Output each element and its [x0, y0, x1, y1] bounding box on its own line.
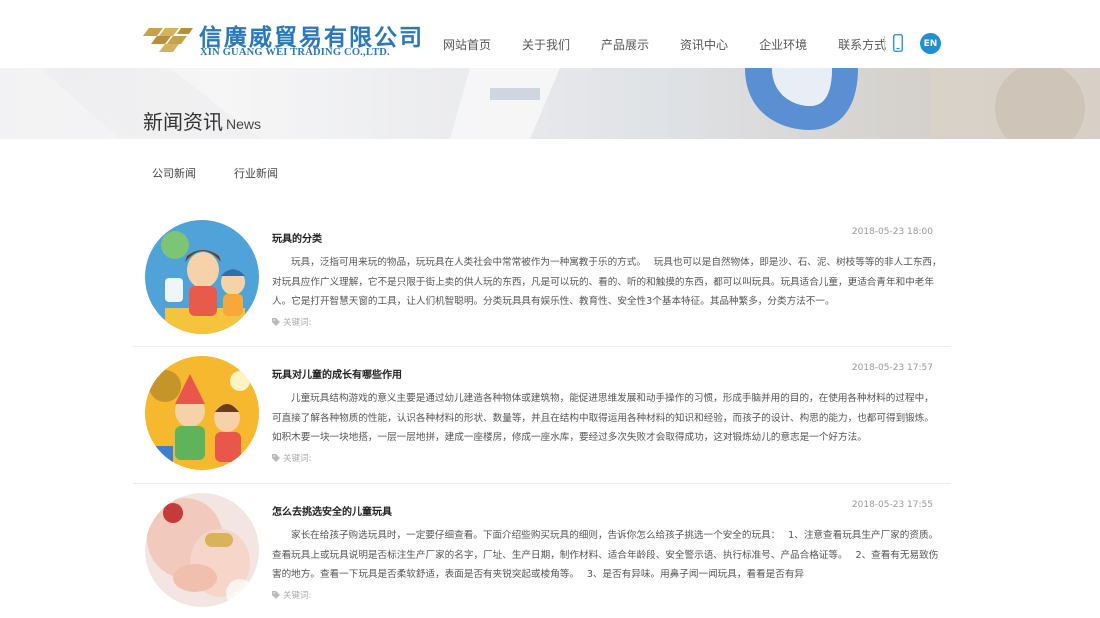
nav-item-contact[interactable]: 联系方式: [838, 36, 886, 53]
logo-english-name: XIN GUANG WEI TRADING CO.,LTD.: [200, 47, 390, 58]
nav-item-home[interactable]: 网站首页: [443, 36, 491, 53]
page-title-en: News: [226, 116, 262, 132]
news-item[interactable]: 玩具的分类 2018-05-23 18:00 玩具，泛指可用来玩的物品，玩玩具在…: [133, 220, 951, 350]
news-summary: 玩具，泛指可用来玩的物品，玩玩具在人类社会中常常被作为一种寓教于乐的方式。 玩具…: [272, 257, 942, 307]
news-keywords: 关键词:: [272, 452, 311, 464]
site-header: 信廣威貿易有限公司 XIN GUANG WEI TRADING CO.,LTD.…: [0, 0, 1100, 68]
tab-company-news[interactable]: 公司新闻: [152, 165, 196, 181]
news-item[interactable]: 玩具对儿童的成长有哪些作用 2018-05-23 17:57 儿童玩具结构游戏的…: [133, 356, 951, 486]
news-divider: [133, 346, 951, 347]
news-divider: [133, 483, 951, 484]
keywords-label: 关键词:: [283, 454, 312, 464]
tag-icon: [272, 591, 280, 599]
nav-divider: [884, 36, 885, 52]
news-keywords: 关键词:: [272, 589, 311, 601]
nav-item-about[interactable]: 关于我们: [522, 36, 570, 53]
news-item[interactable]: 怎么去挑选安全的儿童玩具 2018-05-23 17:55 家长在给孩子购选玩具…: [133, 493, 951, 618]
page-title-cn: 新闻资讯: [143, 110, 223, 134]
tag-icon: [272, 454, 280, 462]
language-en-button[interactable]: EN: [920, 33, 941, 54]
news-thumbnail[interactable]: [145, 220, 259, 334]
keywords-label: 关键词:: [283, 591, 312, 601]
tab-industry-news[interactable]: 行业新闻: [234, 165, 278, 181]
phone-icon[interactable]: [893, 34, 903, 52]
news-category-tabs: 公司新闻 行业新闻: [152, 165, 316, 181]
news-title[interactable]: 玩具对儿童的成长有哪些作用: [272, 366, 402, 381]
news-summary: 家长在给孩子购选玩具时，一定要仔细查看。下面介绍些购买玩具的细则，告诉你怎么给孩…: [272, 530, 939, 580]
news-date: 2018-05-23 18:00: [851, 227, 933, 237]
news-thumbnail[interactable]: [145, 493, 259, 607]
news-date: 2018-05-23 17:57: [851, 363, 933, 373]
logo-mark-icon: [143, 28, 193, 52]
nav-item-products[interactable]: 产品展示: [601, 36, 649, 53]
nav-item-news[interactable]: 资讯中心: [680, 36, 728, 53]
page-title: 新闻资讯 News: [143, 106, 261, 135]
tag-icon: [272, 318, 280, 326]
news-title[interactable]: 怎么去挑选安全的儿童玩具: [272, 503, 392, 518]
keywords-label: 关键词:: [283, 318, 312, 328]
news-keywords: 关键词:: [272, 316, 311, 328]
news-date: 2018-05-23 17:55: [851, 500, 933, 510]
news-title[interactable]: 玩具的分类: [272, 230, 322, 245]
nav-item-environment[interactable]: 企业环境: [759, 36, 807, 53]
news-summary: 儿童玩具结构游戏的意义主要是通过幼儿建造各种物体或建筑物，能促进思维发展和动手操…: [272, 393, 934, 443]
main-nav: 网站首页 关于我们 产品展示 资讯中心 企业环境 联系方式: [443, 36, 917, 53]
page-banner: 新闻资讯 News: [0, 68, 1100, 139]
news-thumbnail[interactable]: [145, 356, 259, 470]
